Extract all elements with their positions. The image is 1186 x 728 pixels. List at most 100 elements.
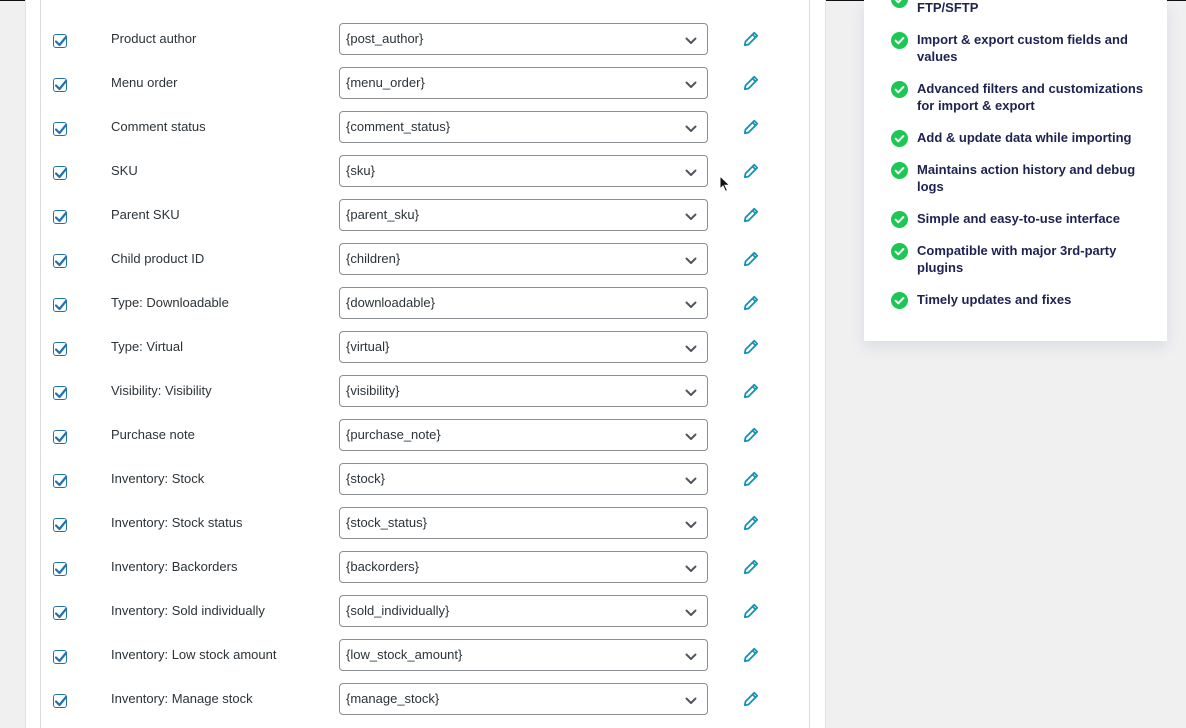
table-row: Purchase note {purchase_note} xyxy=(41,413,809,457)
pencil-icon[interactable] xyxy=(743,207,759,223)
checkmark-icon xyxy=(54,651,68,663)
field-label: Type: Virtual xyxy=(111,339,184,354)
table-row: Parent SKU {parent_sku} xyxy=(41,193,809,237)
field-checkbox[interactable] xyxy=(53,122,68,136)
chevron-down-icon xyxy=(685,121,697,139)
field-checkbox[interactable] xyxy=(53,650,68,664)
field-mapping-select[interactable]: {visibility} xyxy=(339,375,708,407)
field-mapping-select[interactable]: {virtual} xyxy=(339,331,708,363)
field-checkbox[interactable] xyxy=(53,694,68,708)
field-label: Comment status xyxy=(111,119,206,134)
feature-text: FTP/SFTP xyxy=(917,0,979,15)
chevron-down-icon xyxy=(685,209,697,227)
field-checkbox[interactable] xyxy=(53,254,68,268)
select-value: {sold_individually} xyxy=(346,603,450,618)
chevron-down-icon xyxy=(685,297,697,315)
checkmark-icon xyxy=(54,387,68,399)
select-value: {menu_order} xyxy=(346,75,425,90)
field-label: Inventory: Backorders xyxy=(111,559,238,574)
pencil-icon[interactable] xyxy=(743,647,759,663)
chevron-down-icon xyxy=(685,385,697,403)
field-mapping-select[interactable]: {stock} xyxy=(339,463,708,495)
chevron-down-icon xyxy=(685,341,697,359)
field-label: Purchase note xyxy=(111,427,195,442)
checkmark-icon xyxy=(54,519,68,531)
field-checkbox[interactable] xyxy=(53,210,68,224)
pencil-icon[interactable] xyxy=(743,559,759,575)
table-row: Inventory: Stock {stock} xyxy=(41,457,809,501)
pencil-icon[interactable] xyxy=(743,471,759,487)
pencil-icon[interactable] xyxy=(743,427,759,443)
select-value: {post_author} xyxy=(346,31,424,46)
chevron-down-icon xyxy=(685,649,697,667)
field-checkbox[interactable] xyxy=(53,342,68,356)
field-checkbox[interactable] xyxy=(53,474,68,488)
select-value: {low_stock_amount} xyxy=(346,647,463,662)
field-checkbox[interactable] xyxy=(53,606,68,620)
feature-text: Maintains action history and debug logs xyxy=(917,162,1136,194)
pencil-icon[interactable] xyxy=(743,515,759,531)
checkmark-icon xyxy=(54,695,68,707)
checkmark-icon xyxy=(54,607,68,619)
field-label: Inventory: Low stock amount xyxy=(111,647,277,662)
field-checkbox[interactable] xyxy=(53,298,68,312)
field-mapping-select[interactable]: {parent_sku} xyxy=(339,199,708,231)
field-mapping-select[interactable]: {menu_order} xyxy=(339,67,708,99)
chevron-down-icon xyxy=(685,253,697,271)
pencil-icon[interactable] xyxy=(743,691,759,707)
field-mapping-select[interactable]: {downloadable} xyxy=(339,287,708,319)
chevron-down-icon xyxy=(685,693,697,711)
field-mapping-select[interactable]: {post_author} xyxy=(339,23,708,55)
field-label: Product author xyxy=(111,31,197,46)
feature-text: Simple and easy-to-use interface xyxy=(917,211,1121,226)
table-row: Menu order {menu_order} xyxy=(41,61,809,105)
field-mapping-select[interactable]: {sku} xyxy=(339,155,708,187)
field-mapping-select[interactable]: {sold_individually} xyxy=(339,595,708,627)
checkmark-icon xyxy=(54,255,68,267)
table-row: Inventory: Low stock amount {low_stock_am… xyxy=(41,633,809,677)
field-checkbox[interactable] xyxy=(53,430,68,444)
pencil-icon[interactable] xyxy=(743,163,759,179)
field-mapping-select[interactable]: {backorders} xyxy=(339,551,708,583)
pencil-icon[interactable] xyxy=(743,119,759,135)
select-value: {stock} xyxy=(346,471,386,486)
chevron-down-icon xyxy=(685,429,697,447)
check-circle-icon xyxy=(891,32,908,49)
check-circle-icon xyxy=(891,162,908,179)
select-value: {comment_status} xyxy=(346,119,451,134)
pencil-icon[interactable] xyxy=(743,295,759,311)
field-checkbox[interactable] xyxy=(53,34,68,48)
field-label: Inventory: Manage stock xyxy=(111,691,253,706)
check-circle-icon xyxy=(891,292,908,309)
table-row: Comment status {comment_status} xyxy=(41,105,809,149)
chevron-down-icon xyxy=(685,165,697,183)
pencil-icon[interactable] xyxy=(743,75,759,91)
field-mapping-select[interactable]: {purchase_note} xyxy=(339,419,708,451)
table-row: Type: Downloadable {downloadable} xyxy=(41,281,809,325)
field-mapping-select[interactable]: {stock_status} xyxy=(339,507,708,539)
pencil-icon[interactable] xyxy=(743,339,759,355)
field-checkbox[interactable] xyxy=(53,518,68,532)
select-value: {stock_status} xyxy=(346,515,427,530)
field-label: Child product ID xyxy=(111,251,205,266)
check-circle-icon xyxy=(891,0,908,8)
field-checkbox[interactable] xyxy=(53,386,68,400)
field-checkbox[interactable] xyxy=(53,166,68,180)
field-mapping-select[interactable]: {comment_status} xyxy=(339,111,708,143)
field-label: Inventory: Stock status xyxy=(111,515,243,530)
pencil-icon[interactable] xyxy=(743,31,759,47)
chevron-down-icon xyxy=(685,605,697,623)
field-mapping-select[interactable]: {low_stock_amount} xyxy=(339,639,708,671)
field-checkbox[interactable] xyxy=(53,78,68,92)
select-value: {downloadable} xyxy=(346,295,435,310)
checkmark-icon xyxy=(54,343,68,355)
pencil-icon[interactable] xyxy=(743,251,759,267)
pencil-icon[interactable] xyxy=(743,603,759,619)
field-checkbox[interactable] xyxy=(53,562,68,576)
field-mapping-select[interactable]: {manage_stock} xyxy=(339,683,708,715)
pencil-icon[interactable] xyxy=(743,383,759,399)
select-value: {sku} xyxy=(346,163,375,178)
field-mapping-select[interactable]: {children} xyxy=(339,243,708,275)
feature-text: Import & export custom fields and values xyxy=(917,32,1128,64)
table-row: Inventory: Backorders {backorders} xyxy=(41,545,809,589)
